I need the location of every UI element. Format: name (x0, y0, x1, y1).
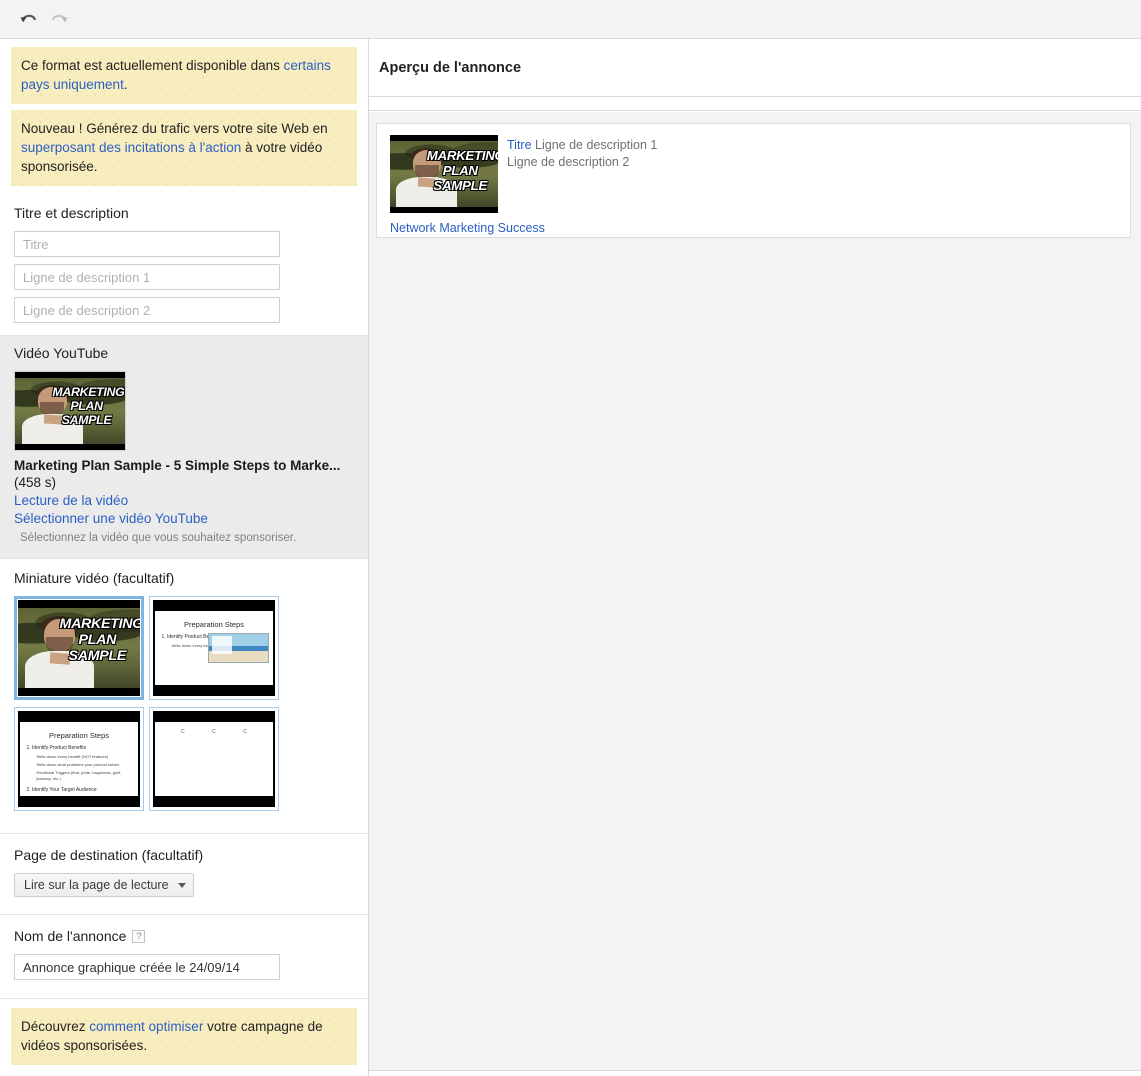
destination-page-select[interactable]: Lire sur la page de lecture (14, 873, 194, 897)
notice-country-text-after: . (123, 77, 128, 92)
thumb3-slide-line-2: 2. Identify Your Target Audience (26, 786, 97, 793)
ad-preview-body: MARKETING PLAN SAMPLE Titre Ligne de des… (369, 112, 1141, 1071)
notice-call-to-action: Nouveau ! Générez du trafic vers votre s… (11, 110, 357, 186)
thumbnail-options-grid: MARKETING PLAN SAMPLE Preparation Steps (14, 596, 354, 811)
thumb3-slide-subline-4: Write down everything about your perfect… (36, 796, 137, 797)
ad-preview-headline[interactable]: Titre (507, 138, 532, 152)
section-video-thumbnail: Miniature vidéo (facultatif) MARKETING P… (0, 559, 368, 834)
preview-overlay-word-1: MARKETING (426, 148, 498, 164)
description-line-2-input[interactable] (14, 297, 280, 323)
section-youtube-video: Vidéo YouTube MARKETING PLAN SAMPLE Mark… (0, 336, 368, 559)
notice-country-text-before: Ce format est actuellement disponible da… (21, 58, 284, 73)
video-overlay-word-2: PLAN (70, 398, 103, 413)
notice-optimize-link[interactable]: comment optimiser (89, 1019, 203, 1034)
ad-name-input[interactable] (14, 954, 280, 980)
ad-preview-description-2: Ligne de description 2 (507, 155, 630, 169)
destination-page-selected-value: Lire sur la page de lecture (24, 878, 169, 892)
select-youtube-video-link[interactable]: Sélectionner une vidéo YouTube (14, 510, 354, 528)
section-title-description-label: Titre et description (14, 205, 129, 221)
video-overlay-word-3: SAMPLE (61, 412, 112, 427)
section-destination-page-label: Page de destination (facultatif) (14, 847, 204, 863)
ad-preview-header: Aperçu de l'annonce (369, 39, 1141, 97)
redo-arrow-icon[interactable] (44, 6, 74, 32)
thumb1-overlay-word-3: SAMPLE (68, 648, 127, 665)
thumb3-slide-subline-3: Emotional Triggers (fear, pride, happine… (36, 769, 122, 781)
notice-country-availability: Ce format est actuellement disponible da… (11, 47, 357, 104)
thumb3-slide-subline-1: Write down every benefit (NOT features) (36, 753, 109, 759)
select-video-hint: Sélectionnez la vidéo que vous souhaitez… (20, 532, 297, 544)
ad-preview-separator (369, 97, 1141, 111)
ad-edit-panel: Ce format est actuellement disponible da… (0, 39, 369, 1076)
thumb4-mark-3: C (243, 728, 247, 735)
play-video-link[interactable]: Lecture de la vidéo (14, 492, 354, 510)
ad-editor-page: Ce format est actuellement disponible da… (0, 0, 1141, 1076)
notice-optimize-campaign: Découvrez comment optimiser votre campag… (11, 1008, 357, 1065)
notice-cta-text-before: Nouveau ! Générez du trafic vers votre s… (21, 121, 328, 136)
thumb2-slide-inset-image (207, 633, 269, 663)
thumb1-overlay-word-2: PLAN (78, 632, 117, 649)
notice-optimize-text-before: Découvrez (21, 1019, 90, 1034)
ad-preview-panel: Aperçu de l'annonce MARKETING PLAN SAMPL… (369, 39, 1141, 1076)
thumbnail-option-slide-blank[interactable]: C C C (149, 707, 279, 811)
thumbnail-option-video-frame[interactable]: MARKETING PLAN SAMPLE (14, 596, 144, 700)
selected-video-thumbnail[interactable]: MARKETING PLAN SAMPLE (14, 371, 126, 451)
chevron-down-icon (177, 882, 186, 888)
section-video-thumbnail-label: Miniature vidéo (facultatif) (14, 570, 175, 586)
video-overlay-word-1: MARKETING (52, 385, 125, 400)
ad-preview-description-1: Ligne de description 1 (535, 138, 658, 152)
description-line-1-input[interactable] (14, 264, 280, 290)
ad-preview-thumbnail[interactable]: MARKETING PLAN SAMPLE (390, 135, 498, 213)
selected-video-duration: (458 s) (14, 475, 57, 490)
undo-arrow-icon[interactable] (14, 6, 44, 32)
editor-toolbar (0, 0, 1141, 39)
help-icon[interactable]: ? (132, 930, 146, 943)
titre-input[interactable] (14, 231, 280, 257)
ad-preview-title: Aperçu de l'annonce (379, 59, 522, 76)
section-destination-page: Page de destination (facultatif) Lire su… (0, 834, 368, 915)
thumbnail-option-slide-full[interactable]: Preparation Steps 1. Identify Product Be… (14, 707, 144, 811)
section-title-description: Titre et description (0, 194, 368, 336)
thumb3-slide-subline-2: Write down what problems your product so… (36, 761, 120, 767)
ad-preview-channel-link[interactable]: Network Marketing Success (390, 221, 1130, 235)
preview-overlay-word-3: SAMPLE (433, 177, 488, 193)
section-ad-name: Nom de l'annonce ? (0, 915, 368, 999)
thumb3-slide-line-1: 1. Identify Product Benefits (26, 744, 87, 751)
preview-overlay-word-2: PLAN (442, 162, 478, 178)
thumbnail-option-slide-inset[interactable]: Preparation Steps 1. Identify Product Be… (149, 596, 279, 700)
section-ad-name-label: Nom de l'annonce (14, 928, 127, 944)
thumb3-slide-title: Preparation Steps (48, 730, 110, 740)
thumb2-slide-title: Preparation Steps (183, 619, 245, 629)
thumb1-overlay-word-1: MARKETING (59, 616, 141, 633)
selected-video-title: Marketing Plan Sample - 5 Simple Steps t… (14, 458, 341, 473)
thumb4-mark-2: C (212, 728, 216, 735)
thumb4-mark-1: C (181, 728, 185, 735)
notice-cta-link[interactable]: superposant des incitations à l'action (21, 140, 241, 155)
section-youtube-video-label: Vidéo YouTube (14, 345, 109, 361)
ad-preview-card: MARKETING PLAN SAMPLE Titre Ligne de des… (376, 123, 1131, 238)
